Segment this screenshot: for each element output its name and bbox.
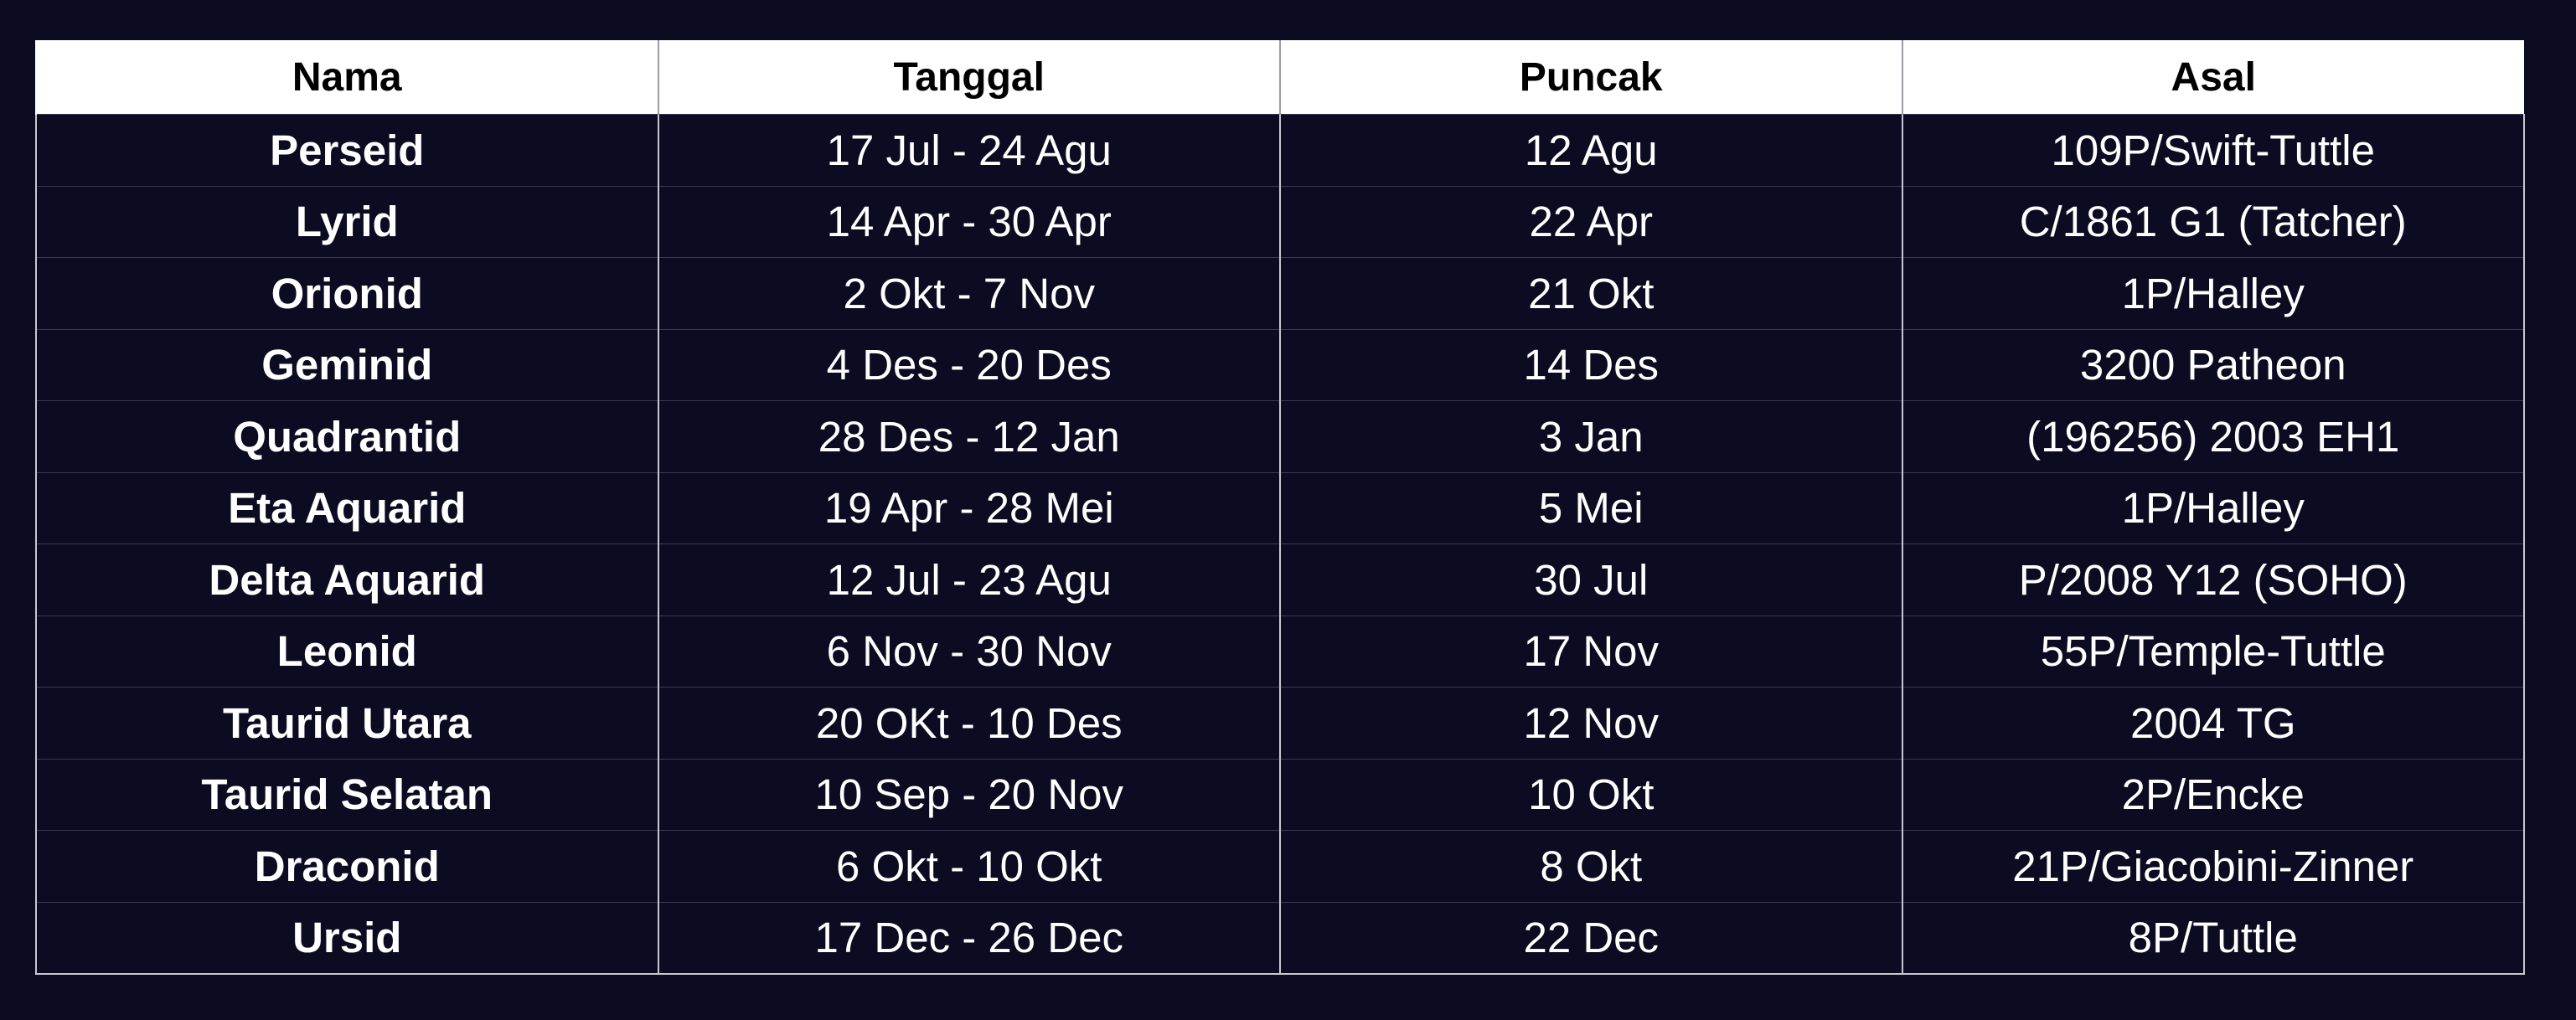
cell-tanggal: 17 Dec - 26 Dec: [657, 901, 1281, 975]
cell-asal: 3200 Patheon: [1901, 328, 2525, 401]
cell-nama: Lyrid: [35, 185, 659, 258]
cell-puncak: 14 Des: [1279, 328, 1903, 401]
cell-asal: P/2008 Y12 (SOHO): [1901, 543, 2525, 616]
cell-tanggal: 20 OKt - 10 Des: [657, 687, 1281, 759]
cell-asal: 8P/Tuttle: [1901, 901, 2525, 975]
cell-tanggal: 6 Nov - 30 Nov: [657, 615, 1281, 688]
cell-puncak: 21 Okt: [1279, 257, 1903, 329]
cell-asal: 55P/Temple-Tuttle: [1901, 615, 2525, 688]
meteor-shower-table: Nama Tanggal Puncak Asal Perseid 17 Jul -…: [35, 40, 2525, 975]
table-header: Nama Tanggal Puncak Asal: [35, 40, 2524, 115]
cell-puncak: 30 Jul: [1279, 543, 1903, 616]
table-row: Perseid 17 Jul - 24 Agu 12 Agu 109P/Swift-T…: [35, 114, 2525, 186]
table-row: Draconid 6 Okt - 10 Okt 8 Okt 21P/Giacobini…: [35, 830, 2525, 902]
cell-puncak: 22 Apr: [1279, 185, 1903, 258]
cell-asal: 1P/Halley: [1901, 257, 2525, 329]
cell-tanggal: 12 Jul - 23 Agu: [657, 543, 1281, 616]
cell-nama: Taurid Utara: [35, 687, 659, 759]
header-puncak: Puncak: [1279, 40, 1902, 115]
cell-tanggal: 28 Des - 12 Jan: [657, 400, 1281, 472]
table-row: Lyrid 14 Apr - 30 Apr 22 Apr C/1861 G1 (Tat…: [35, 185, 2525, 258]
cell-tanggal: 17 Jul - 24 Agu: [657, 114, 1281, 186]
cell-puncak: 12 Nov: [1279, 687, 1903, 759]
table-row: Taurid Utara 20 OKt - 10 Des 12 Nov 2004 TG: [35, 687, 2525, 759]
cell-puncak: 8 Okt: [1279, 830, 1903, 902]
cell-tanggal: 2 Okt - 7 Nov: [657, 257, 1281, 329]
cell-asal: 21P/Giacobini-Zinner: [1901, 830, 2525, 902]
cell-nama: Ursid: [35, 901, 659, 975]
cell-puncak: 12 Agu: [1279, 114, 1903, 186]
header-nama: Nama: [35, 40, 658, 115]
cell-nama: Delta Aquarid: [35, 543, 659, 616]
cell-tanggal: 6 Okt - 10 Okt: [657, 830, 1281, 902]
table-row: Delta Aquarid 12 Jul - 23 Agu 30 Jul P/2008…: [35, 543, 2525, 616]
cell-nama: Perseid: [35, 114, 659, 186]
cell-nama: Quadrantid: [35, 400, 659, 472]
cell-puncak: 17 Nov: [1279, 615, 1903, 688]
cell-tanggal: 10 Sep - 20 Nov: [657, 758, 1281, 831]
cell-puncak: 5 Mei: [1279, 471, 1903, 544]
cell-tanggal: 19 Apr - 28 Mei: [657, 471, 1281, 544]
cell-nama: Draconid: [35, 830, 659, 902]
cell-nama: Orionid: [35, 257, 659, 329]
table-row: Ursid 17 Dec - 26 Dec 22 Dec 8P/Tuttle: [35, 901, 2525, 975]
cell-nama: Taurid Selatan: [35, 758, 659, 831]
table-row: Orionid 2 Okt - 7 Nov 21 Okt 1P/Halley: [35, 257, 2525, 329]
cell-nama: Leonid: [35, 615, 659, 688]
cell-puncak: 10 Okt: [1279, 758, 1903, 831]
cell-nama: Geminid: [35, 328, 659, 401]
table-row: Eta Aquarid 19 Apr - 28 Mei 5 Mei 1P/Halley: [35, 471, 2525, 544]
cell-asal: C/1861 G1 (Tatcher): [1901, 185, 2525, 258]
cell-puncak: 3 Jan: [1279, 400, 1903, 472]
header-tanggal: Tanggal: [657, 40, 1280, 115]
table-body: Perseid 17 Jul - 24 Agu 12 Agu 109P/Swift-T…: [35, 114, 2525, 975]
cell-asal: (196256) 2003 EH1: [1901, 400, 2525, 472]
cell-asal: 2004 TG: [1901, 687, 2525, 759]
cell-asal: 2P/Encke: [1901, 758, 2525, 831]
table-row: Geminid 4 Des - 20 Des 14 Des 3200 Patheon: [35, 328, 2525, 401]
cell-asal: 109P/Swift-Tuttle: [1901, 114, 2525, 186]
cell-puncak: 22 Dec: [1279, 901, 1903, 975]
cell-tanggal: 14 Apr - 30 Apr: [657, 185, 1281, 258]
cell-tanggal: 4 Des - 20 Des: [657, 328, 1281, 401]
cell-asal: 1P/Halley: [1901, 471, 2525, 544]
table-row: Quadrantid 28 Des - 12 Jan 3 Jan (196256) 2…: [35, 400, 2525, 472]
header-row: Nama Tanggal Puncak Asal: [35, 40, 2524, 115]
table-row: Leonid 6 Nov - 30 Nov 17 Nov 55P/Temple-Tut…: [35, 615, 2525, 688]
cell-nama: Eta Aquarid: [35, 471, 659, 544]
header-asal: Asal: [1901, 40, 2524, 115]
table-row: Taurid Selatan 10 Sep - 20 Nov 10 Okt 2P/En…: [35, 758, 2525, 831]
